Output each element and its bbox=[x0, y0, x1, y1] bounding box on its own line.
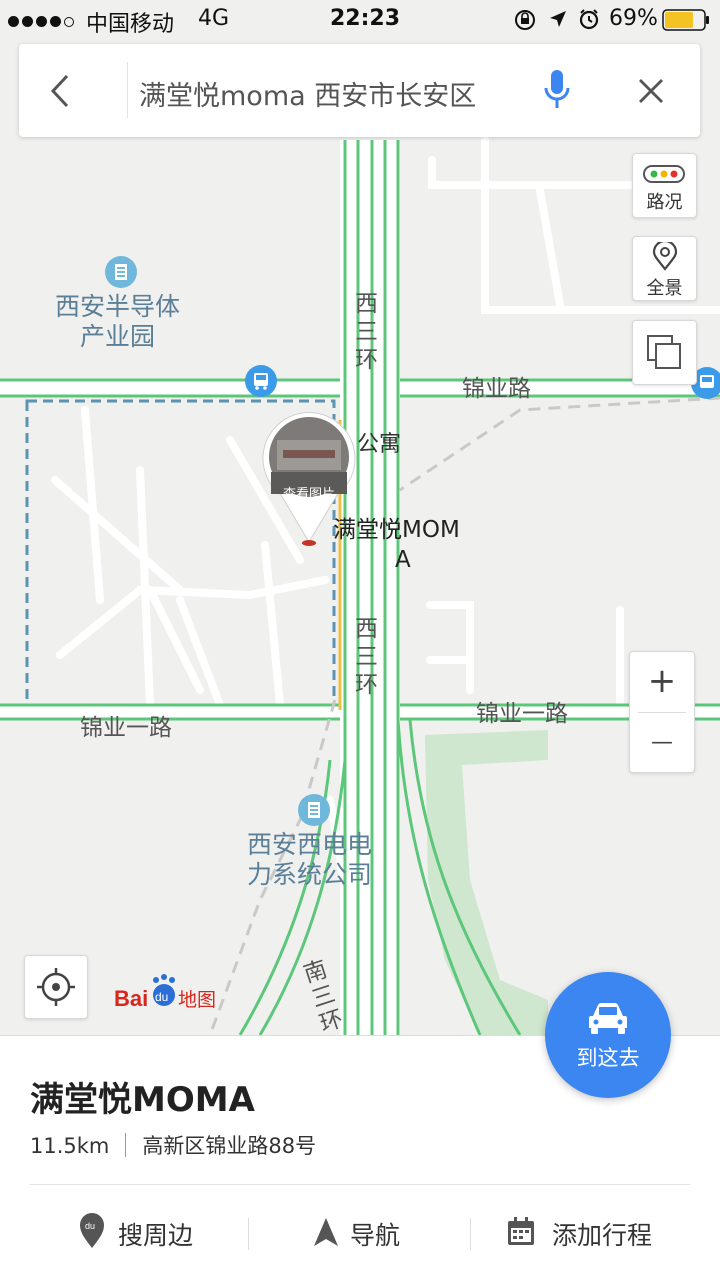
alarm-icon bbox=[579, 9, 599, 30]
back-icon[interactable] bbox=[45, 72, 75, 110]
clock: 22:23 bbox=[330, 6, 401, 31]
signal-strength-icon bbox=[8, 12, 77, 31]
locate-me-button[interactable] bbox=[24, 955, 88, 1019]
rotation-lock-icon bbox=[515, 10, 535, 30]
search-divider bbox=[127, 62, 128, 118]
battery-percent: 69% bbox=[609, 6, 658, 31]
poi-semiconductor-park[interactable]: 西安半导体 产业园 bbox=[55, 292, 180, 352]
microphone-icon[interactable] bbox=[542, 68, 572, 114]
battery-icon bbox=[662, 9, 709, 31]
svg-text:Bai: Bai bbox=[114, 986, 148, 1011]
panorama-pin-icon bbox=[652, 242, 678, 271]
traffic-light-icon bbox=[643, 165, 685, 183]
place-name: 满堂悦MOMA bbox=[30, 1080, 255, 1120]
search-input[interactable]: 满堂悦moma 西安市长安区 bbox=[139, 74, 476, 113]
navigate-button[interactable]: 导航 bbox=[312, 1206, 442, 1262]
nearby-label: 搜周边 bbox=[118, 1221, 194, 1250]
photo-caption[interactable]: 查看图片 bbox=[259, 483, 359, 502]
road-label-west-ring-top: 西三环 bbox=[355, 291, 378, 373]
close-icon[interactable] bbox=[636, 76, 666, 106]
map-view[interactable]: 西安半导体 产业园 西安西电电 力系统公司 锦业路 锦业一路 锦业一路 西三环 … bbox=[0, 0, 720, 1035]
panorama-button[interactable]: 全景 bbox=[632, 236, 697, 301]
poi-label-line: 力系统公司 bbox=[247, 860, 373, 889]
bus-stop-icon[interactable] bbox=[244, 364, 278, 398]
locate-target-icon bbox=[37, 968, 75, 1006]
add-trip-label: 添加行程 bbox=[552, 1221, 653, 1250]
car-icon bbox=[589, 1003, 627, 1034]
place-meta: 11.5km 高新区锦业路88号 bbox=[30, 1130, 316, 1160]
svg-text:du: du bbox=[155, 990, 168, 1004]
navigate-label: 导航 bbox=[350, 1221, 401, 1250]
road-label-west-ring-mid: 西三环 bbox=[355, 616, 378, 698]
go-there-label: 到这去 bbox=[576, 1046, 640, 1070]
meta-separator bbox=[125, 1133, 127, 1157]
poi-label-line: 西安西电电 bbox=[247, 830, 373, 859]
traffic-button[interactable]: 路况 bbox=[632, 153, 697, 218]
navigation-arrow-icon bbox=[314, 1218, 338, 1246]
place-distance: 11.5km bbox=[30, 1134, 110, 1158]
road-label-jinye: 锦业路 bbox=[462, 376, 531, 402]
poi-power-company[interactable]: 西安西电电 力系统公司 bbox=[247, 830, 372, 890]
building-poi-icon bbox=[105, 256, 137, 288]
nearby-pin-icon: du bbox=[80, 1213, 104, 1248]
action-separator bbox=[470, 1206, 471, 1262]
status-bar: 中国移动 4G 22:23 69% bbox=[0, 0, 720, 40]
traffic-label: 路况 bbox=[646, 192, 683, 213]
poi-apartment-label: 公寓 bbox=[357, 432, 402, 457]
svg-text:地图: 地图 bbox=[178, 989, 216, 1011]
zoom-control: + — bbox=[629, 651, 695, 773]
place-address: 高新区锦业路88号 bbox=[142, 1134, 317, 1158]
poi-label-line: 西安半导体 bbox=[55, 292, 181, 321]
zoom-out-button[interactable]: — bbox=[630, 713, 694, 772]
network-type: 4G bbox=[198, 6, 230, 31]
place-marker-label: 满堂悦MOM A bbox=[333, 517, 460, 573]
road-label-jinye1-left: 锦业一路 bbox=[80, 715, 172, 741]
layers-button[interactable] bbox=[632, 320, 697, 385]
search-bar: 满堂悦moma 西安市长安区 bbox=[19, 44, 700, 137]
layers-icon bbox=[647, 335, 681, 369]
poi-label-line: 产业园 bbox=[80, 322, 156, 351]
nearby-search-button[interactable]: du 搜周边 bbox=[78, 1206, 248, 1262]
baidu-map-logo: Bai du 地图 bbox=[114, 972, 244, 1012]
go-there-button[interactable]: 到这去 bbox=[545, 972, 671, 1098]
carrier-name: 中国移动 bbox=[86, 12, 175, 37]
panorama-label: 全景 bbox=[646, 278, 683, 299]
building-poi-icon bbox=[298, 794, 330, 826]
action-separator bbox=[248, 1206, 249, 1262]
calendar-icon bbox=[508, 1217, 534, 1245]
zoom-in-button[interactable]: + bbox=[630, 652, 694, 712]
panel-divider bbox=[30, 1184, 690, 1185]
add-trip-button[interactable]: 添加行程 bbox=[506, 1206, 676, 1262]
svg-text:du: du bbox=[85, 1221, 95, 1231]
road-label-jinye1-right: 锦业一路 bbox=[476, 701, 568, 727]
location-arrow-icon bbox=[550, 11, 566, 27]
